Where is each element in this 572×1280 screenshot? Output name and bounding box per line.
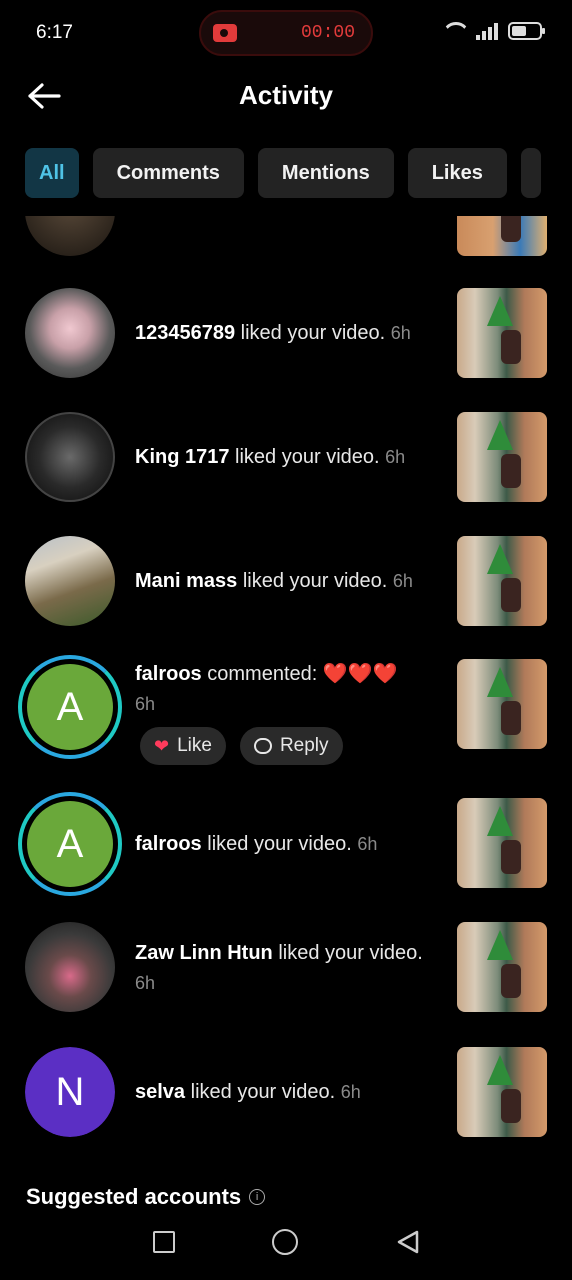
battery-icon: [508, 22, 545, 40]
status-bar: 6:17 00:00: [0, 0, 572, 66]
filter-mentions[interactable]: Mentions: [257, 148, 394, 198]
avatar-letter: A: [27, 801, 113, 887]
like-comment-button[interactable]: ❤ Like: [140, 727, 226, 765]
video-thumbnail[interactable]: [457, 288, 547, 378]
notification-text: King 1717 liked your video. 6h: [135, 442, 440, 472]
timestamp: 6h: [340, 1082, 361, 1102]
timestamp: 6h: [392, 571, 413, 591]
notification-action: liked your video.: [242, 570, 388, 592]
username[interactable]: falroos: [135, 663, 202, 685]
speech-bubble-icon: [253, 738, 272, 754]
username[interactable]: 123456789: [135, 322, 235, 344]
timestamp: 6h: [385, 447, 406, 467]
list-item[interactable]: A falroos liked your video. 6h: [0, 792, 572, 896]
screen-recording-indicator[interactable]: 00:00: [199, 10, 373, 56]
suggested-accounts-heading: Suggested accounts i: [26, 1184, 266, 1210]
avatar[interactable]: [25, 288, 115, 378]
notification-action: liked your video.: [278, 942, 423, 964]
notification-action: liked your video.: [240, 322, 386, 344]
avatar[interactable]: N: [25, 1047, 115, 1137]
notification-text: falroos commented: ❤️❤️❤️ 6h: [135, 659, 440, 719]
video-thumbnail[interactable]: [457, 1047, 547, 1137]
avatar[interactable]: A: [18, 655, 122, 759]
notification-action: liked your video.: [190, 1081, 336, 1103]
username[interactable]: selva: [135, 1081, 185, 1103]
signal-icon: [476, 22, 498, 40]
notification-text: selva liked your video. 6h: [135, 1077, 440, 1107]
avatar[interactable]: [25, 536, 115, 626]
username[interactable]: King 1717: [135, 446, 229, 468]
info-icon[interactable]: i: [249, 1189, 266, 1205]
list-item[interactable]: Zaw Linn Htun liked your video. 6h: [0, 922, 572, 1012]
like-label: Like: [177, 735, 212, 756]
avatar[interactable]: [25, 412, 115, 502]
header: Activity: [0, 66, 572, 126]
camera-record-icon: [213, 24, 237, 42]
wifi-icon: [442, 22, 466, 40]
list-item[interactable]: 123456789 liked your video. 6h: [0, 288, 572, 378]
home-button[interactable]: [272, 1229, 298, 1255]
notification-text: falroos liked your video. 6h: [135, 829, 440, 859]
notification-action: liked your video.: [207, 833, 352, 855]
timestamp: 6h: [357, 834, 378, 854]
recents-button[interactable]: [153, 1231, 175, 1253]
notification-text: Zaw Linn Htun liked your video. 6h: [135, 938, 440, 998]
activity-list: 123456789 liked your video. 6h King 1717…: [0, 216, 572, 1216]
username[interactable]: Zaw Linn Htun: [135, 942, 273, 964]
video-thumbnail[interactable]: [457, 659, 547, 749]
status-icons: [442, 22, 545, 40]
suggested-accounts-title: Suggested accounts: [26, 1184, 242, 1209]
avatar[interactable]: [25, 922, 115, 1012]
filter-more[interactable]: [520, 148, 541, 198]
username[interactable]: falroos: [135, 833, 202, 855]
page-title: Activity: [239, 80, 333, 110]
timestamp: 6h: [135, 694, 156, 714]
list-item[interactable]: [0, 216, 572, 256]
comment-text: commented: ❤️❤️❤️: [207, 663, 398, 685]
notification-action: liked your video.: [235, 446, 380, 468]
video-thumbnail[interactable]: [457, 922, 547, 1012]
recording-time: 00:00: [300, 23, 355, 43]
back-triangle-icon[interactable]: [395, 1229, 421, 1255]
list-item[interactable]: N selva liked your video. 6h: [0, 1047, 572, 1137]
video-thumbnail[interactable]: [457, 216, 547, 256]
filter-all[interactable]: All: [25, 148, 79, 198]
filter-comments[interactable]: Comments: [92, 148, 244, 198]
list-item[interactable]: King 1717 liked your video. 6h: [0, 412, 572, 502]
filter-likes[interactable]: Likes: [407, 148, 507, 198]
reply-button[interactable]: Reply: [239, 727, 343, 765]
system-nav-bar: [0, 1216, 572, 1280]
video-thumbnail[interactable]: [457, 536, 547, 626]
list-item[interactable]: A falroos commented: ❤️❤️❤️ 6h ❤ Like Re…: [0, 653, 572, 783]
avatar[interactable]: [25, 216, 115, 256]
video-thumbnail[interactable]: [457, 412, 547, 502]
username[interactable]: Mani mass: [135, 570, 237, 592]
comment-actions: ❤ Like Reply: [140, 727, 343, 765]
timestamp: 6h: [390, 323, 411, 343]
notification-text: 123456789 liked your video. 6h: [135, 318, 440, 348]
avatar-letter: A: [27, 664, 113, 750]
list-item[interactable]: Mani mass liked your video. 6h: [0, 536, 572, 626]
status-time: 6:17: [36, 22, 73, 43]
video-thumbnail[interactable]: [457, 798, 547, 888]
avatar-letter: N: [25, 1047, 115, 1137]
filter-tabs: All Comments Mentions Likes: [25, 148, 541, 198]
timestamp: 6h: [135, 973, 156, 993]
notification-text: Mani mass liked your video. 6h: [135, 566, 440, 596]
reply-label: Reply: [279, 735, 329, 756]
avatar[interactable]: A: [18, 792, 122, 896]
heart-icon: ❤: [154, 735, 170, 756]
